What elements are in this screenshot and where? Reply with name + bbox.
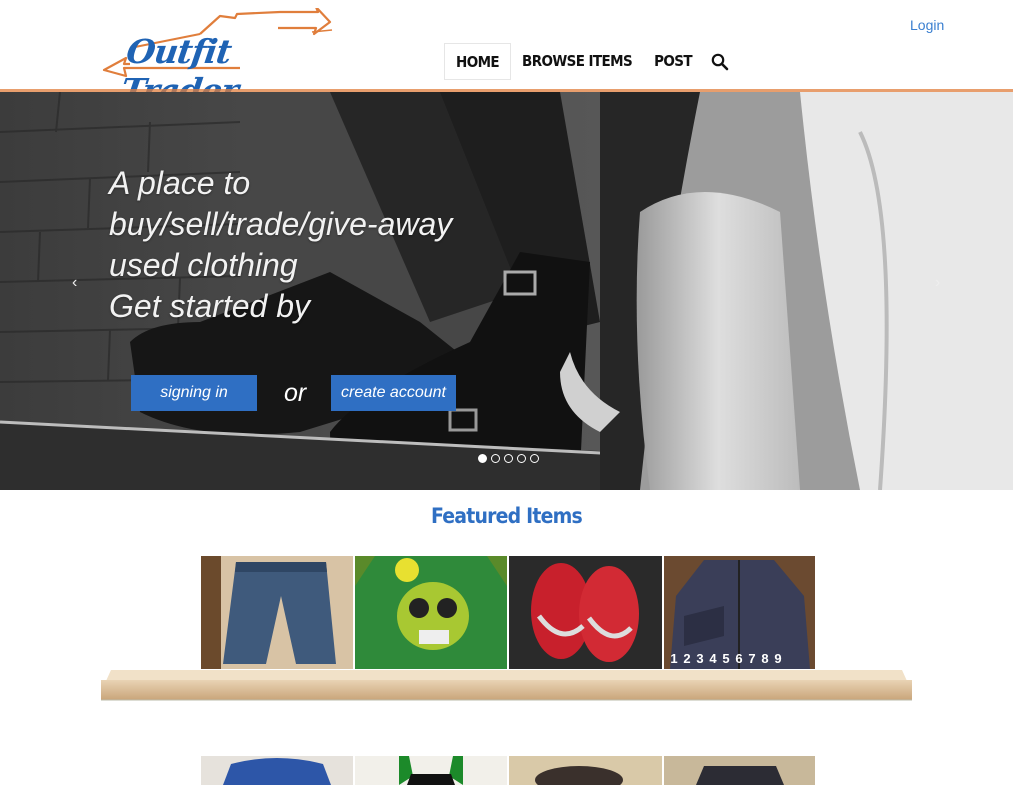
search-button[interactable]	[705, 43, 735, 80]
hero-caption-line: buy/sell/trade/give-away	[109, 206, 453, 242]
pager-link[interactable]: 7	[747, 651, 757, 666]
nav-post[interactable]: POST	[643, 43, 703, 80]
login-link[interactable]: Login	[910, 17, 944, 33]
featured-item-black-top[interactable]	[355, 756, 507, 785]
carousel-indicator[interactable]	[517, 454, 526, 463]
pager-link[interactable]: 4	[708, 651, 718, 666]
hero-carousel: A place to buy/sell/trade/give-away used…	[0, 92, 1013, 490]
carousel-prev-arrow-icon[interactable]: ‹	[72, 274, 77, 292]
hero-caption-line: A place to	[109, 165, 251, 201]
search-icon	[711, 53, 729, 70]
pager-link[interactable]: 5	[721, 651, 731, 666]
featured-items-heading: Featured Items	[431, 504, 583, 528]
carousel-indicator[interactable]	[530, 454, 539, 463]
featured-pager: 1 2 3 4 5 6 7 8 9	[669, 651, 783, 666]
nav-home[interactable]: HOME	[444, 43, 512, 80]
featured-item-blue-top[interactable]	[201, 756, 353, 785]
pager-link[interactable]: 2	[682, 651, 692, 666]
carousel-indicator[interactable]	[491, 454, 500, 463]
signing-in-button[interactable]: signing in	[131, 375, 257, 411]
carousel-indicator[interactable]	[478, 454, 487, 463]
pager-link[interactable]: 6	[734, 651, 744, 666]
featured-item-dark-skirt[interactable]	[664, 756, 815, 785]
pager-link[interactable]: 9	[773, 651, 783, 666]
featured-item-jeans[interactable]	[201, 556, 353, 669]
pager-link[interactable]: 1	[669, 651, 679, 666]
pager-link[interactable]: 3	[695, 651, 705, 666]
hero-caption: A place to buy/sell/trade/give-away used…	[109, 163, 452, 327]
pager-link[interactable]: 8	[760, 651, 770, 666]
create-account-button[interactable]: create account	[331, 375, 456, 411]
featured-item-shoes[interactable]	[509, 756, 662, 785]
outfit-trader-logo[interactable]: Outfit Trader	[100, 5, 335, 110]
wooden-shelf	[101, 670, 912, 701]
carousel-indicators	[478, 454, 539, 463]
nav-browse-items[interactable]: BROWSE ITEMS	[511, 43, 643, 80]
featured-item-skull-tshirt[interactable]	[355, 556, 507, 669]
site-header: Outfit Trader Login HOME BROWSE ITEMS PO…	[0, 0, 1013, 110]
carousel-next-arrow-icon[interactable]: ›	[935, 274, 940, 292]
carousel-indicator[interactable]	[504, 454, 513, 463]
featured-item-red-sneakers[interactable]	[509, 556, 662, 669]
hero-caption-line: Get started by	[109, 288, 310, 324]
main-nav: HOME BROWSE ITEMS POST	[444, 43, 735, 80]
or-label: or	[284, 379, 307, 407]
hero-caption-line: used clothing	[109, 247, 298, 283]
